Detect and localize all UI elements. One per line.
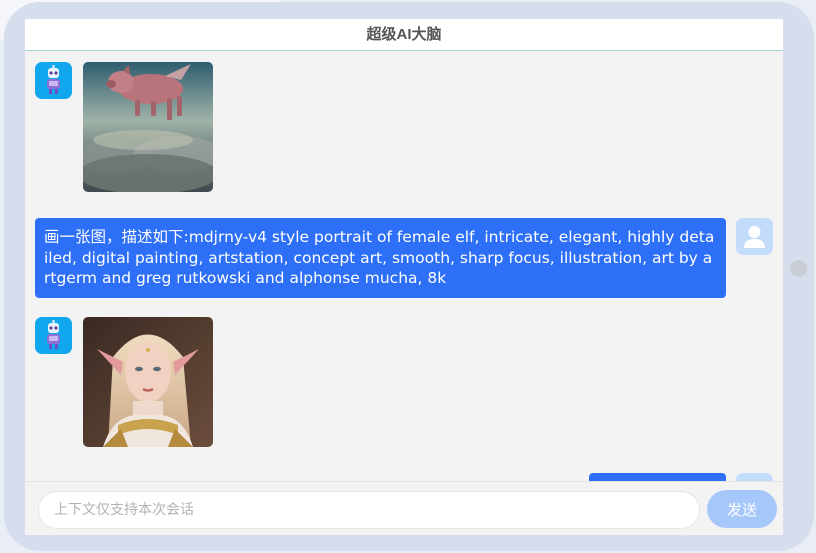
robot-icon bbox=[47, 320, 60, 349]
robot-icon bbox=[47, 65, 60, 94]
input-bar: 发送 bbox=[25, 481, 783, 535]
bot-avatar bbox=[35, 317, 72, 354]
user-message-bubble bbox=[589, 473, 726, 481]
user-avatar bbox=[736, 473, 773, 481]
home-button[interactable] bbox=[790, 260, 807, 277]
user-avatar bbox=[736, 218, 773, 255]
page-title: 超级AI大脑 bbox=[25, 19, 783, 51]
bot-avatar bbox=[35, 62, 72, 99]
user-message-bubble: 画一张图，描述如下:mdjrny-v4 style portrait of fe… bbox=[35, 218, 726, 298]
generated-image-elf[interactable] bbox=[83, 317, 213, 447]
generated-image-pig[interactable] bbox=[83, 62, 213, 192]
message-list[interactable]: 画一张图，描述如下:mdjrny-v4 style portrait of fe… bbox=[25, 52, 783, 481]
chat-screen: 超级AI大脑 画一张图，描述如下:mdjrny-v4 style portrai… bbox=[25, 19, 783, 535]
send-button[interactable]: 发送 bbox=[707, 490, 777, 528]
user-icon bbox=[744, 226, 765, 248]
user-icon bbox=[736, 473, 773, 481]
chat-input[interactable] bbox=[38, 491, 700, 529]
